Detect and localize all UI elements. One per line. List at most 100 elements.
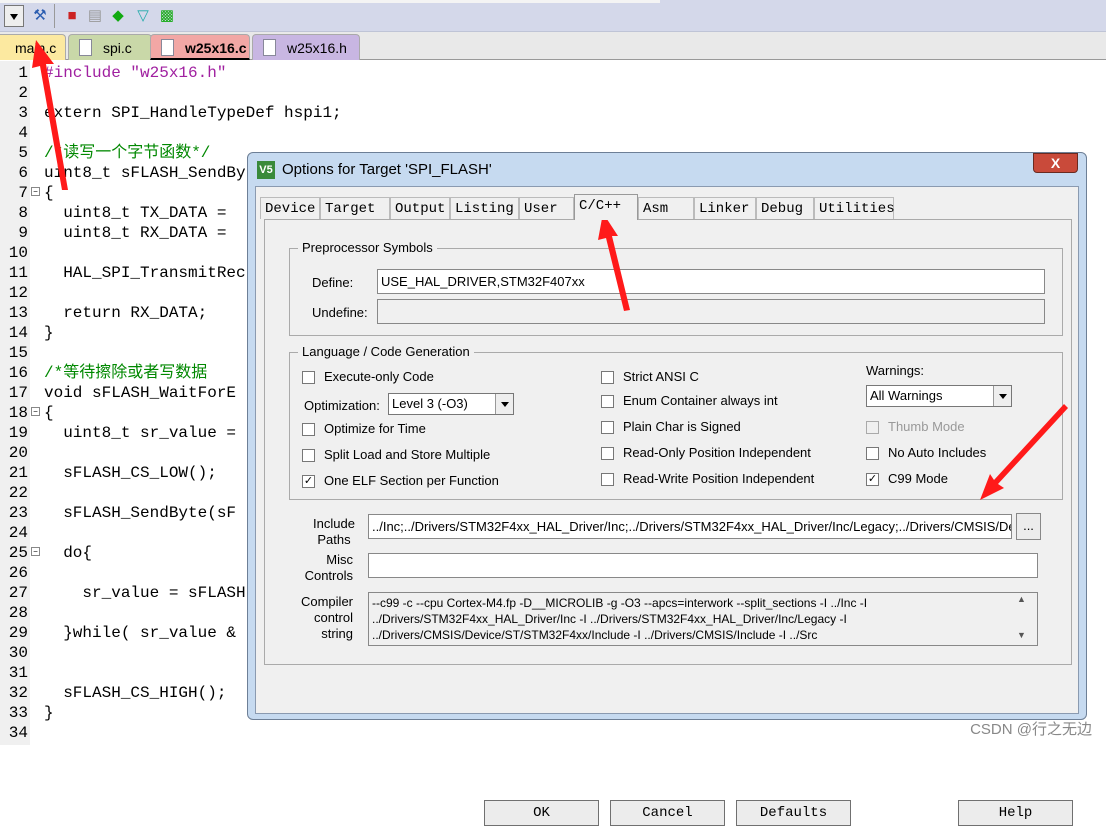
code-line: /*读写一个字节函数*/	[44, 144, 211, 162]
code-line: do{	[44, 544, 93, 562]
line-number: 12	[8, 284, 28, 302]
close-button[interactable]: X	[1033, 153, 1078, 173]
ro-pi-checkbox[interactable]	[601, 447, 614, 460]
include-paths-label: Include Paths	[313, 516, 355, 547]
fold-toggle[interactable]: −	[31, 187, 40, 196]
tab-cc[interactable]: C/C++	[574, 194, 638, 220]
line-number: 21	[8, 464, 28, 482]
split-load-label: Split Load and Store Multiple	[324, 447, 491, 462]
tab-label: w25x16.c	[185, 40, 247, 56]
browse-button[interactable]: ...	[1016, 513, 1041, 540]
tab-output[interactable]: Output	[390, 197, 450, 219]
optimization-select[interactable]: Level 3 (-O3)	[388, 393, 514, 415]
thumb-label: Thumb Mode	[888, 419, 965, 434]
chevron-down-icon	[993, 386, 1011, 406]
split-load-checkbox[interactable]	[302, 449, 315, 462]
plain-char-checkbox[interactable]	[601, 421, 614, 434]
code-line: sr_value = sFLASH	[44, 584, 246, 602]
tab-device[interactable]: Device	[260, 197, 320, 219]
misc-controls-input[interactable]	[368, 553, 1038, 578]
tab-w25x16-c[interactable]: w25x16.c	[150, 34, 250, 60]
fold-toggle[interactable]: −	[31, 407, 40, 416]
file-tabs: main.c spi.c w25x16.c w25x16.h	[0, 32, 1106, 60]
line-number: 17	[8, 384, 28, 402]
line-number: 28	[8, 604, 28, 622]
tab-spi-c[interactable]: spi.c	[68, 34, 152, 60]
tab-label: spi.c	[103, 40, 132, 56]
compiler-string-field[interactable]: --c99 -c --cpu Cortex-M4.fp -D__MICROLIB…	[368, 592, 1038, 646]
file-icon	[263, 39, 276, 56]
scroll-down-icon[interactable]: ▼	[1017, 630, 1026, 640]
line-number: 20	[8, 444, 28, 462]
help-button[interactable]: Help	[958, 800, 1073, 826]
c99-checkbox[interactable]: ✓	[866, 473, 879, 486]
windows-icon[interactable]: ▤	[85, 6, 105, 26]
one-elf-checkbox[interactable]: ✓	[302, 475, 315, 488]
enum-int-checkbox[interactable]	[601, 395, 614, 408]
thumb-checkbox[interactable]	[866, 421, 879, 434]
manage-project-items-icon[interactable]: ⚒	[30, 6, 50, 26]
code-line: uint8_t TX_DATA =	[44, 204, 237, 222]
tab-asm[interactable]: Asm	[638, 197, 694, 219]
strict-ansi-checkbox[interactable]	[601, 371, 614, 384]
include-paths-input[interactable]: ../Inc;../Drivers/STM32F4xx_HAL_Driver/I…	[368, 514, 1012, 539]
rw-pi-checkbox[interactable]	[601, 473, 614, 486]
line-number: 7	[18, 184, 28, 202]
line-number: 25	[8, 544, 28, 562]
tab-user[interactable]: User	[519, 197, 574, 219]
code-line: uint8_t sr_value =	[44, 424, 246, 442]
download-icon[interactable]: ◆	[108, 6, 128, 26]
line-number: 13	[8, 304, 28, 322]
code-line: void sFLASH_WaitForE	[44, 384, 237, 402]
code-line: uint8_t RX_DATA =	[44, 224, 237, 242]
cancel-button[interactable]: Cancel	[610, 800, 725, 826]
language-group: Language / Code Generation Execute-only …	[289, 344, 1063, 500]
fold-toggle[interactable]: −	[31, 547, 40, 556]
line-number: 5	[18, 144, 28, 162]
debug-icon[interactable]: ▽	[133, 6, 153, 26]
misc-controls-label: Misc Controls	[304, 552, 353, 583]
separator	[54, 4, 55, 28]
warnings-select[interactable]: All Warnings	[866, 385, 1012, 407]
tab-label: main.c	[15, 40, 57, 56]
line-number: 14	[8, 324, 28, 342]
toolbar-combo	[0, 0, 660, 3]
tab-utilities[interactable]: Utilities	[814, 197, 895, 219]
ok-button[interactable]: OK	[484, 800, 599, 826]
tab-linker[interactable]: Linker	[694, 197, 756, 219]
build-icon[interactable]: ▩	[157, 6, 177, 26]
line-number: 33	[8, 704, 28, 722]
line-number: 27	[8, 584, 28, 602]
tab-main-c[interactable]: main.c	[0, 34, 66, 60]
compiler-string-label: Compiler control string	[300, 594, 353, 641]
code-line: #include "w25x16.h"	[44, 64, 227, 82]
code-line: return RX_DATA;	[44, 304, 208, 322]
one-elf-label: One ELF Section per Function	[324, 473, 499, 488]
load-icon[interactable]: ■	[62, 6, 82, 26]
ro-pi-label: Read-Only Position Independent	[623, 445, 811, 460]
tab-w25x16-h[interactable]: w25x16.h	[252, 34, 360, 60]
line-number: 18	[8, 404, 28, 422]
optimize-time-checkbox[interactable]	[302, 423, 315, 436]
tab-label: w25x16.h	[287, 40, 347, 56]
tab-listing[interactable]: Listing	[450, 197, 519, 219]
dropdown-button[interactable]	[4, 5, 24, 27]
line-number: 22	[8, 484, 28, 502]
preprocessor-group: Preprocessor Symbols Define: USE_HAL_DRI…	[289, 240, 1063, 336]
define-label: Define:	[312, 275, 354, 290]
no-auto-checkbox[interactable]	[866, 447, 879, 460]
defaults-button[interactable]: Defaults	[736, 800, 851, 826]
cc-tab-panel: Preprocessor Symbols Define: USE_HAL_DRI…	[264, 219, 1072, 665]
code-line: extern SPI_HandleTypeDef hspi1;	[44, 104, 342, 122]
plain-char-label: Plain Char is Signed	[623, 419, 741, 434]
undefine-input[interactable]	[377, 299, 1045, 324]
code-line: uint8_t sFLASH_SendBy	[44, 164, 246, 182]
line-number: 10	[8, 244, 28, 262]
define-input[interactable]: USE_HAL_DRIVER,STM32F407xx	[377, 269, 1045, 294]
tab-debug[interactable]: Debug	[756, 197, 814, 219]
execute-only-checkbox[interactable]	[302, 371, 315, 384]
options-dialog: V5 Options for Target 'SPI_FLASH' X Devi…	[247, 152, 1087, 826]
line-number: 3	[18, 104, 28, 122]
scroll-up-icon[interactable]: ▲	[1017, 594, 1026, 604]
tab-target[interactable]: Target	[320, 197, 390, 219]
